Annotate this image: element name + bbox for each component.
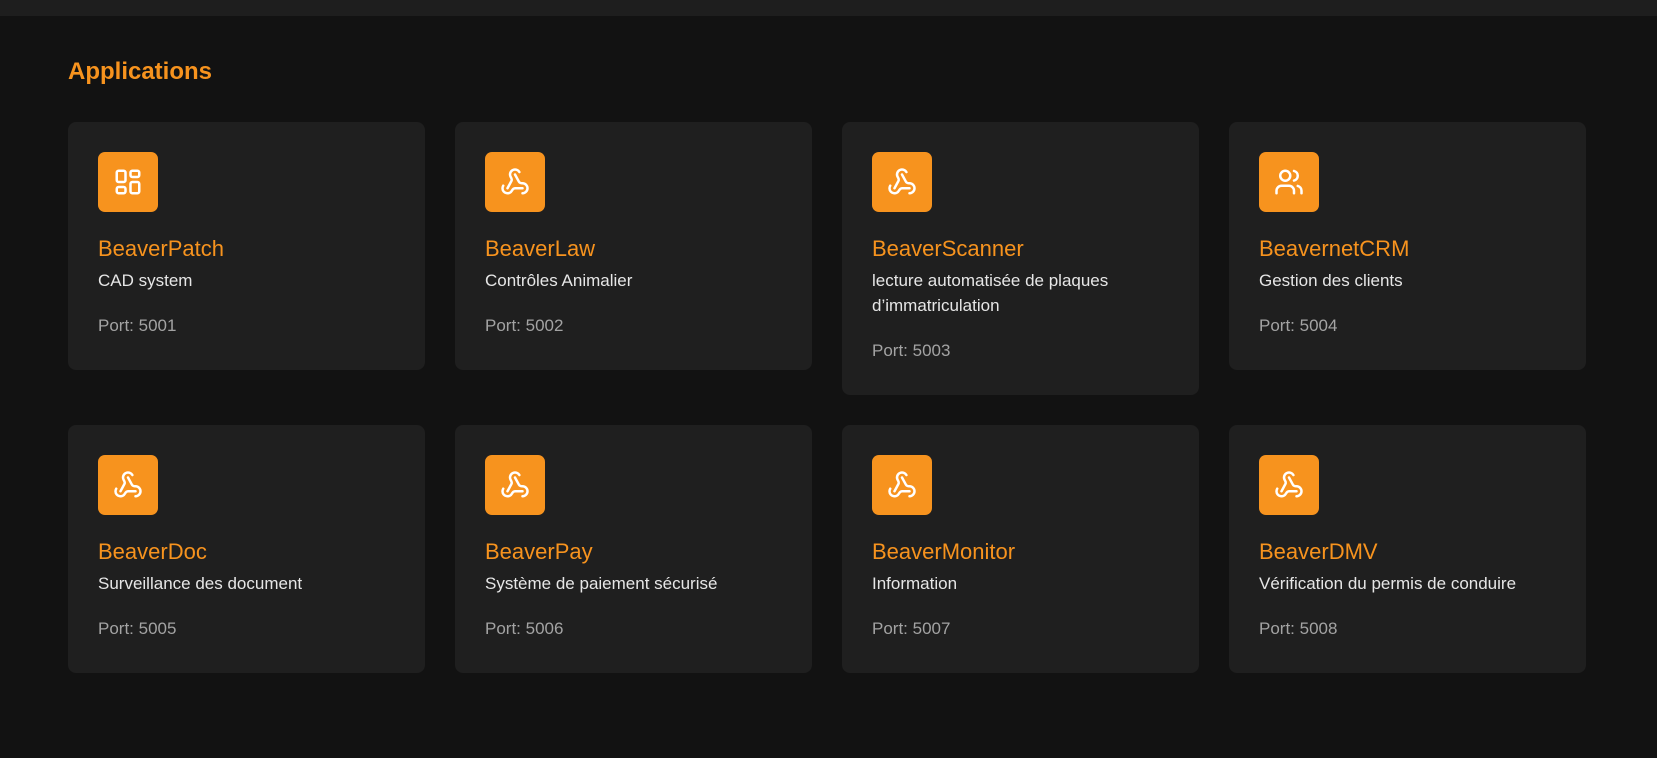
app-port: Port: 5007 xyxy=(872,619,951,638)
webhook-icon xyxy=(888,168,916,195)
app-description: Système de paiement sécurisé xyxy=(485,574,718,593)
app-port: Port: 5002 xyxy=(485,316,564,335)
app-card-beavermonitor[interactable]: BeaverMonitor Information Port: 5007 xyxy=(842,425,1199,673)
app-icon-tile xyxy=(98,455,158,515)
webhook-icon xyxy=(501,168,529,195)
app-description: lecture automatisée de plaques d’immatri… xyxy=(872,271,1109,315)
webhook-icon xyxy=(501,471,529,498)
app-name: BeaverDMV xyxy=(1259,539,1378,564)
app-card-beaverdmv[interactable]: BeaverDMV Vérification du permis de cond… xyxy=(1229,425,1586,673)
app-name: BeaverPatch xyxy=(98,236,224,261)
app-port: Port: 5003 xyxy=(872,341,951,360)
section-title: Applications xyxy=(68,58,213,85)
app-description: Surveillance des document xyxy=(98,574,303,593)
app-description: Contrôles Animalier xyxy=(485,271,633,290)
webhook-icon xyxy=(888,471,916,498)
app-port: Port: 5004 xyxy=(1259,316,1338,335)
app-description: Information xyxy=(872,574,958,593)
webhook-icon xyxy=(1275,471,1303,498)
app-description: Gestion des clients xyxy=(1259,271,1403,290)
app-icon-tile xyxy=(872,152,932,212)
app-name: BeaverLaw xyxy=(485,236,596,261)
grid-icon xyxy=(115,169,141,195)
app-icon-tile xyxy=(98,152,158,212)
app-description: CAD system xyxy=(98,271,193,290)
app-port: Port: 5008 xyxy=(1259,619,1338,638)
app-name: BeaverMonitor xyxy=(872,539,1016,564)
app-icon-tile xyxy=(872,455,932,515)
app-name: BeaverScanner xyxy=(872,236,1024,261)
app-port: Port: 5001 xyxy=(98,316,177,335)
app-name: BeaverPay xyxy=(485,539,593,564)
applications-grid: BeaverPatch CAD system Port: 5001 Beaver… xyxy=(68,122,1588,673)
app-card-beaverscanner[interactable]: BeaverScanner lecture automatisée de pla… xyxy=(842,122,1199,395)
users-icon xyxy=(1275,169,1303,195)
app-icon-tile xyxy=(485,455,545,515)
app-card-beaverlaw[interactable]: BeaverLaw Contrôles Animalier Port: 5002 xyxy=(455,122,812,370)
app-card-beaverdoc[interactable]: BeaverDoc Surveillance des document Port… xyxy=(68,425,425,673)
top-bar xyxy=(0,0,1657,16)
app-description: Vérification du permis de conduire xyxy=(1259,574,1517,593)
app-port: Port: 5006 xyxy=(485,619,564,638)
app-card-beavernetcrm[interactable]: BeavernetCRM Gestion des clients Port: 5… xyxy=(1229,122,1586,370)
app-card-beaverpay[interactable]: BeaverPay Système de paiement sécurisé P… xyxy=(455,425,812,673)
app-name: BeavernetCRM xyxy=(1259,236,1410,261)
app-icon-tile xyxy=(485,152,545,212)
webhook-icon xyxy=(114,471,142,498)
app-icon-tile xyxy=(1259,152,1319,212)
app-icon-tile xyxy=(1259,455,1319,515)
app-name: BeaverDoc xyxy=(98,539,207,564)
app-card-beaverpatch[interactable]: BeaverPatch CAD system Port: 5001 xyxy=(68,122,425,370)
app-port: Port: 5005 xyxy=(98,619,177,638)
